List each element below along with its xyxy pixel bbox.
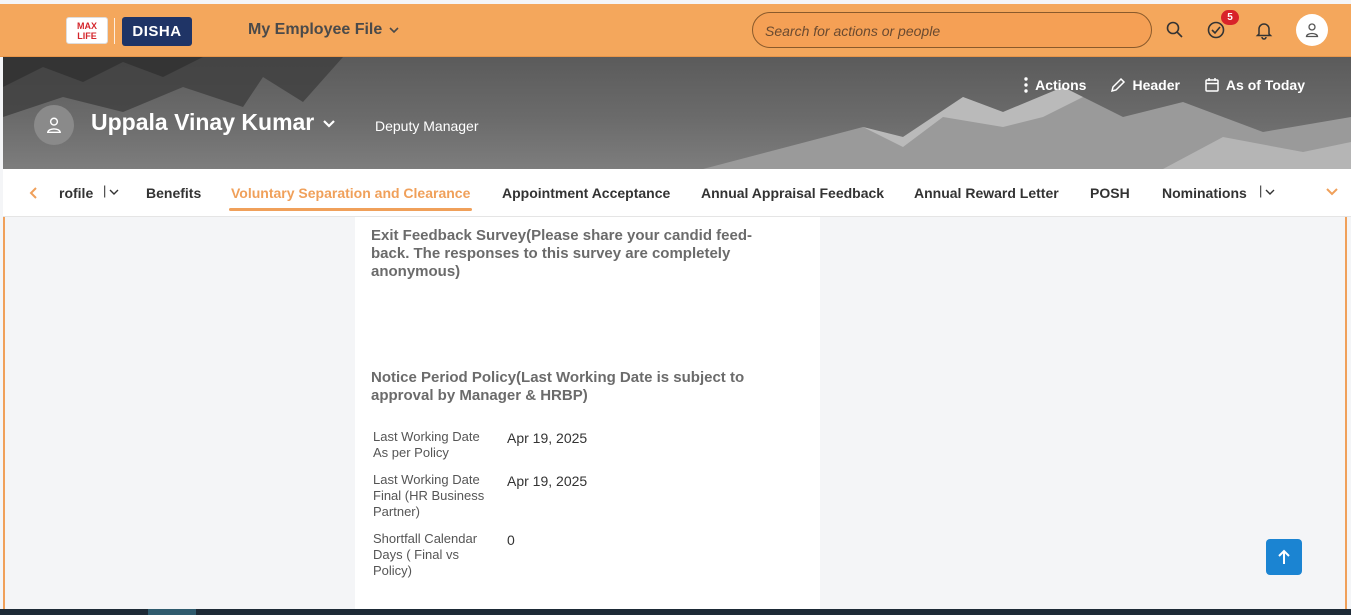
app-title: My Employee File xyxy=(248,21,383,38)
tab-voluntary-separation[interactable]: Voluntary Separation and Clearance xyxy=(228,185,473,211)
tab-separator: | xyxy=(103,183,107,198)
disha-logo-text: DISHA xyxy=(132,23,182,40)
more-vertical-icon xyxy=(1024,77,1028,93)
as-of-today-button[interactable]: As of Today xyxy=(1204,77,1305,93)
field-value-lwd-final: Apr 19, 2025 xyxy=(507,473,588,489)
search-field[interactable] xyxy=(752,12,1152,49)
as-of-today-label: As of Today xyxy=(1225,77,1305,93)
field-label-lwd-final: Last Working Date Final (HR Business Par… xyxy=(373,472,485,519)
field-value-shortfall-days: 0 xyxy=(507,532,515,548)
scroll-to-top-button[interactable] xyxy=(1266,539,1302,575)
calendar-icon xyxy=(1205,78,1219,92)
user-avatar-button[interactable] xyxy=(1296,14,1328,46)
person-icon xyxy=(46,117,62,134)
chevron-down-icon xyxy=(389,27,399,34)
notice-period-title-line: approval by Manager & HRBP) xyxy=(371,387,588,404)
separation-details-card: Exit Feedback Survey(Please share your c… xyxy=(355,217,820,609)
field-label-lwd-policy: Last Working Date As per Policy xyxy=(373,429,480,460)
employee-role: Deputy Manager xyxy=(375,118,479,134)
exit-feedback-title-line: anonymous) xyxy=(371,263,461,280)
notice-period-title: Notice Period Policy(Last Working Date i… xyxy=(371,369,791,405)
chevron-down-icon[interactable] xyxy=(1265,187,1275,197)
employee-name: Uppala Vinay Kumar xyxy=(91,109,315,135)
arrow-up-icon xyxy=(1278,549,1290,564)
actions-button[interactable]: Actions xyxy=(1023,77,1086,93)
profile-header: Actions Header As of Today Uppala Vinay … xyxy=(3,57,1351,169)
header-actions: Actions Header As of Today xyxy=(1023,77,1305,93)
overflow-chevron-down-icon[interactable] xyxy=(1326,187,1338,197)
header-label: Header xyxy=(1132,77,1180,93)
tab-benefits[interactable]: Benefits xyxy=(146,185,201,201)
logo-divider xyxy=(114,18,115,44)
exit-feedback-title-line: back. The responses to this survey are c… xyxy=(371,245,731,262)
pencil-icon xyxy=(1111,77,1126,93)
chevron-down-icon[interactable] xyxy=(109,187,119,197)
exit-feedback-title-line: Exit Feedback Survey(Please share your c… xyxy=(371,227,752,244)
chevron-down-icon xyxy=(323,119,336,128)
tab-profile[interactable]: rofile xyxy=(59,185,93,201)
bell-icon[interactable] xyxy=(1254,20,1274,40)
edit-header-button[interactable]: Header xyxy=(1110,77,1180,93)
chevron-left-icon[interactable] xyxy=(29,187,39,199)
tab-annual-reward-letter[interactable]: Annual Reward Letter xyxy=(914,185,1059,201)
section-tab-bar: rofile | Benefits Voluntary Separation a… xyxy=(3,169,1351,217)
notification-count-badge: 5 xyxy=(1221,10,1239,25)
search-icon[interactable] xyxy=(1165,20,1185,40)
app-title-menu[interactable]: My Employee File xyxy=(248,21,400,39)
employee-avatar[interactable] xyxy=(34,105,74,145)
tab-appointment-acceptance[interactable]: Appointment Acceptance xyxy=(502,185,670,201)
disha-logo[interactable]: DISHA xyxy=(122,17,192,46)
person-icon xyxy=(1305,23,1319,38)
tab-annual-appraisal-feedback[interactable]: Annual Appraisal Feedback xyxy=(701,185,884,201)
taskbar-active-item xyxy=(148,609,196,615)
max-life-logo[interactable]: MAX LIFE xyxy=(66,17,108,44)
top-shell-bar: MAX LIFE DISHA My Employee File 5 xyxy=(0,4,1351,57)
employee-name-switcher[interactable]: Uppala Vinay Kumar xyxy=(91,109,336,136)
tab-nominations[interactable]: Nominations xyxy=(1162,185,1247,201)
field-label-shortfall-days: Shortfall Calendar Days ( Final vs Polic… xyxy=(373,531,478,578)
tab-posh[interactable]: POSH xyxy=(1090,185,1130,201)
taskbar-strip xyxy=(0,609,1351,615)
max-life-logo-text: MAX LIFE xyxy=(77,21,97,41)
exit-feedback-title: Exit Feedback Survey(Please share your c… xyxy=(371,227,791,281)
actions-label: Actions xyxy=(1035,77,1087,93)
field-value-lwd-policy: Apr 19, 2025 xyxy=(507,430,588,446)
notice-period-title-line: Notice Period Policy(Last Working Date i… xyxy=(371,369,745,386)
search-input[interactable] xyxy=(763,13,1137,49)
tab-separator: | xyxy=(1259,183,1263,198)
